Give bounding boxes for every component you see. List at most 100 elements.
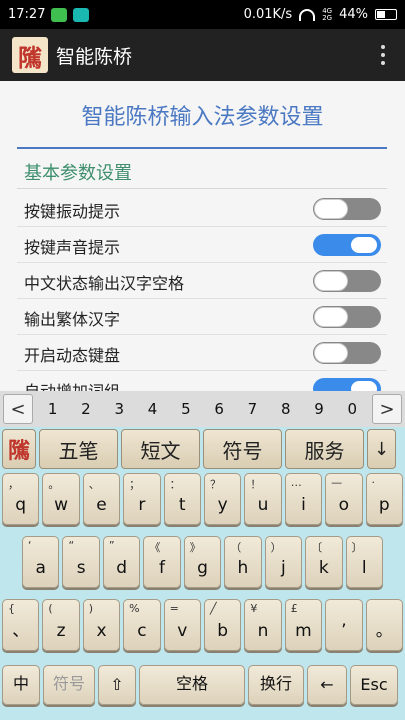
- key[interactable]: {、: [2, 599, 40, 651]
- key-label: 换行: [259, 674, 292, 693]
- function-key[interactable]: 符号: [203, 429, 282, 469]
- setting-toggle[interactable]: [313, 234, 381, 256]
- key-letter: d: [116, 558, 127, 578]
- key-symbol: ，: [8, 478, 19, 491]
- key-letter: b: [217, 621, 229, 641]
- key[interactable]: = v: [163, 599, 201, 651]
- key[interactable]: % c: [123, 599, 161, 651]
- key-symbol: 《: [149, 541, 161, 554]
- setting-label: 中文状态输出汉字空格: [24, 274, 185, 293]
- key-symbol: （: [230, 541, 242, 554]
- key-symbol: ╱: [209, 602, 217, 615]
- backspace-key[interactable]: ←: [307, 665, 347, 705]
- key[interactable]: 〕 l: [345, 536, 383, 588]
- key-symbol: {: [8, 602, 15, 615]
- key[interactable]: £ m: [284, 599, 323, 651]
- candidate-item[interactable]: 7: [248, 400, 258, 418]
- keyboard: < 1234567890 > 隲 五笔 短文 符号 服务 ↓ ， q。 w、 e； r： t？ y！…: [0, 391, 405, 720]
- key[interactable]: ） j: [264, 536, 303, 588]
- candidate-item[interactable]: 5: [181, 400, 191, 418]
- candidate-next-button[interactable]: >: [372, 394, 402, 424]
- key[interactable]: ： t: [163, 473, 201, 525]
- symbol-key[interactable]: 符号: [43, 665, 95, 705]
- enter-key[interactable]: 换行: [248, 665, 304, 705]
- setting-row[interactable]: 开启动态键盘: [17, 335, 387, 371]
- ime-logo-key[interactable]: 隲: [2, 429, 36, 469]
- setting-row[interactable]: 中文状态输出汉字空格: [17, 263, 387, 299]
- key-letter: f: [159, 558, 166, 578]
- key-symbol: %: [129, 602, 140, 615]
- key-letter: k: [318, 558, 329, 578]
- space-key[interactable]: 空格: [139, 665, 245, 705]
- key[interactable]: 《 f: [143, 536, 181, 588]
- function-key[interactable]: 短文: [121, 429, 200, 469]
- key[interactable]: ” d: [102, 536, 141, 588]
- lang-toggle-key[interactable]: 中: [2, 665, 40, 705]
- candidate-item[interactable]: 0: [348, 400, 358, 418]
- key[interactable]: 》 g: [183, 536, 222, 588]
- overflow-menu-icon[interactable]: [373, 40, 393, 70]
- key-label: 符号: [52, 674, 85, 693]
- key[interactable]: ’: [325, 599, 363, 651]
- key-letter: t: [178, 495, 186, 515]
- key[interactable]: ？ y: [203, 473, 242, 525]
- key[interactable]: ； r: [123, 473, 161, 525]
- key[interactable]: 、 e: [82, 473, 121, 525]
- candidate-item[interactable]: 1: [48, 400, 58, 418]
- key-symbol: £: [290, 602, 298, 615]
- key-symbol: 〔: [311, 541, 323, 554]
- candidate-item[interactable]: 3: [114, 400, 124, 418]
- setting-toggle[interactable]: [313, 198, 381, 220]
- key-symbol: ；: [129, 478, 141, 491]
- key-symbol: ¥: [250, 602, 258, 615]
- setting-row[interactable]: 按键声音提示: [17, 227, 387, 263]
- esc-key[interactable]: Esc: [350, 665, 398, 705]
- key[interactable]: 。: [365, 599, 403, 651]
- key[interactable]: ) x: [82, 599, 121, 651]
- key-letter: z: [56, 621, 66, 641]
- key[interactable]: ╱ b: [203, 599, 242, 651]
- key[interactable]: ¥ n: [244, 599, 282, 651]
- hide-keyboard-key[interactable]: ↓: [367, 429, 396, 469]
- candidate-item[interactable]: 8: [281, 400, 291, 418]
- candidate-item[interactable]: 2: [81, 400, 91, 418]
- key[interactable]: 〔 k: [305, 536, 343, 588]
- setting-toggle[interactable]: [313, 306, 381, 328]
- candidate-item[interactable]: 9: [314, 400, 324, 418]
- key-row-1: ， q。 w、 e； r： t？ y！ u… i — o · p: [0, 473, 405, 525]
- shift-key[interactable]: ⇧: [98, 665, 136, 705]
- setting-label: 按键声音提示: [24, 238, 121, 257]
- candidate-item[interactable]: 4: [148, 400, 158, 418]
- setting-row[interactable]: 输出繁体汉字: [17, 299, 387, 335]
- key[interactable]: · p: [365, 473, 403, 525]
- key[interactable]: … i: [284, 473, 323, 525]
- key-symbol: —: [331, 476, 343, 489]
- setting-label: 按键振动提示: [24, 202, 121, 221]
- key[interactable]: ！ u: [244, 473, 282, 525]
- key[interactable]: “s: [62, 536, 100, 588]
- screen: 17:27 0.01K/s 4G 2G 44% 隲 智能陈桥 智能陈桥输入法参数…: [0, 0, 405, 720]
- candidate-item[interactable]: 6: [214, 400, 224, 418]
- setting-toggle[interactable]: [313, 270, 381, 292]
- function-key[interactable]: 五笔: [39, 429, 118, 469]
- candidate-prev-button[interactable]: <: [3, 394, 33, 424]
- key[interactable]: 。 w: [42, 473, 80, 525]
- key-symbol: (: [48, 602, 53, 615]
- key[interactable]: (z: [42, 599, 80, 651]
- setting-toggle[interactable]: [313, 342, 381, 364]
- page-title: 智能陈桥输入法参数设置: [81, 105, 324, 130]
- key-letter: 。: [375, 621, 393, 641]
- key-symbol: ）: [270, 541, 282, 554]
- key-symbol: “: [68, 539, 75, 552]
- function-key[interactable]: 服务: [285, 429, 364, 469]
- key-symbol: 、: [88, 478, 100, 491]
- setting-row[interactable]: 按键振动提示: [17, 191, 387, 227]
- key-letter: c: [137, 621, 147, 641]
- key[interactable]: （h: [224, 536, 262, 588]
- function-row: 隲 五笔 短文 符号 服务 ↓: [0, 427, 405, 471]
- key-letter: e: [96, 495, 107, 515]
- key[interactable]: — o: [325, 473, 363, 525]
- key-symbol: ): [88, 602, 94, 615]
- key[interactable]: ， q: [2, 473, 40, 525]
- key[interactable]: ‘a: [22, 536, 60, 588]
